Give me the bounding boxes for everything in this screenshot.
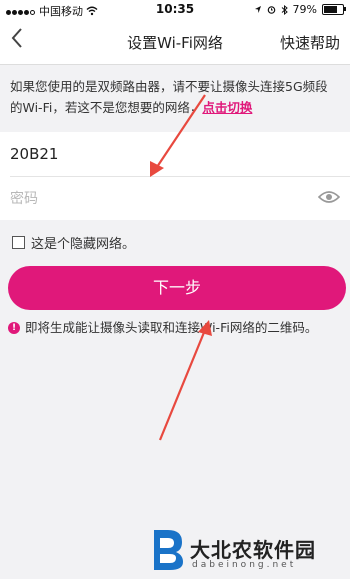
alarm-clock-icon (267, 6, 275, 14)
battery-percent: 79% (292, 3, 317, 16)
location-arrow-icon (254, 6, 261, 13)
switch-network-link[interactable]: 点击切换 (202, 100, 252, 115)
field-divider (10, 176, 350, 177)
status-bar: 中国移动 10:35 79% (0, 0, 350, 20)
password-field[interactable] (10, 187, 290, 211)
watermark-logo (154, 530, 183, 570)
watermark: 大北农软件园 dabeinong.net (150, 528, 350, 574)
qr-info-text: 即将生成能让摄像头读取和连接Wi-Fi网络的二维码。 (25, 320, 318, 335)
watermark-name: 大北农软件园 (190, 538, 316, 562)
ssid-field[interactable] (10, 142, 340, 166)
battery-icon (322, 4, 346, 15)
hidden-network-checkbox[interactable] (12, 236, 25, 249)
quick-help-button[interactable]: 快速帮助 (280, 32, 340, 53)
navigation-bar: 设置Wi-Fi网络 快速帮助 (0, 20, 350, 65)
hidden-network-toggle[interactable]: 这是个隐藏网络。 (12, 233, 135, 252)
qr-info: ! 即将生成能让摄像头读取和连接Wi-Fi网络的二维码。 (8, 318, 338, 337)
wifi-form (0, 132, 350, 220)
eye-icon[interactable] (318, 190, 340, 204)
watermark-url: dabeinong.net (192, 560, 297, 570)
status-right: 79% (254, 3, 346, 16)
hidden-network-label: 这是个隐藏网络。 (31, 237, 136, 252)
info-icon: ! (8, 322, 20, 334)
arrow-to-next-button (158, 320, 212, 441)
notice-text: 如果您使用的是双频路由器，请不要让摄像头连接5G频段的Wi-Fi，若这不是您想要… (10, 79, 328, 115)
next-step-button[interactable]: 下一步 (8, 266, 346, 310)
bluetooth-icon (281, 4, 288, 15)
dual-band-notice: 如果您使用的是双频路由器，请不要让摄像头连接5G频段的Wi-Fi，若这不是您想要… (10, 76, 340, 118)
